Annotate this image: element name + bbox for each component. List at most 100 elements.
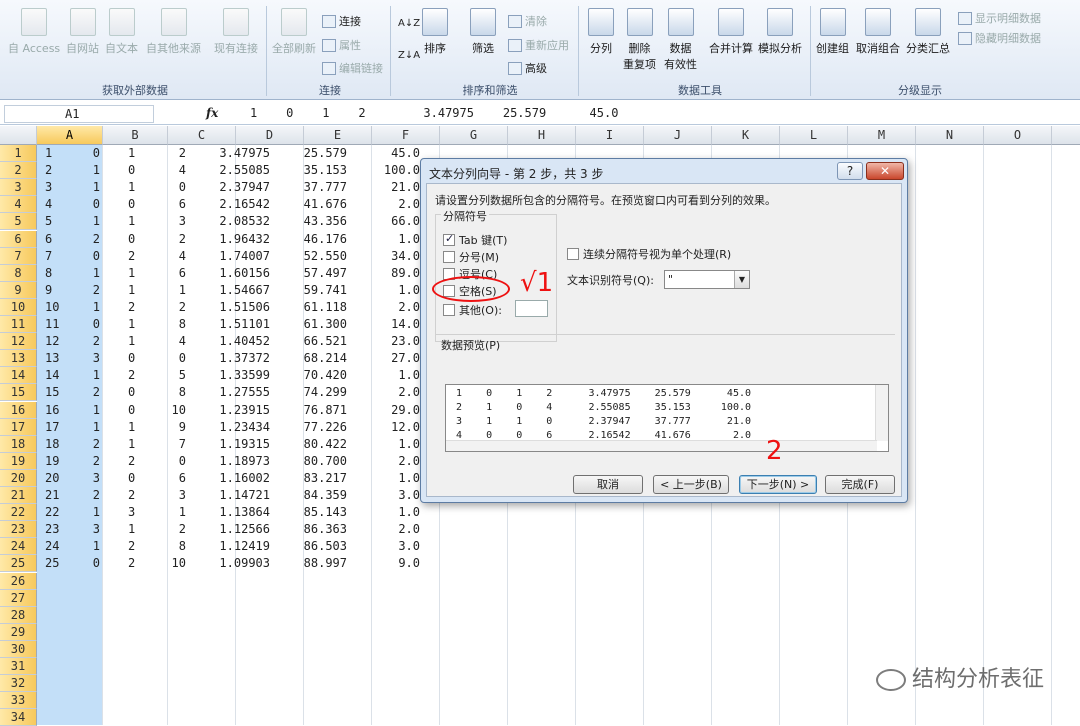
cell-value[interactable]: 2 [128,453,148,470]
column-header-l[interactable]: L [780,126,848,145]
cell-value[interactable]: 0 [128,402,148,419]
from-web-button[interactable]: 自网站 [66,8,99,56]
row-header[interactable]: 6 [0,230,37,248]
cell-value[interactable]: 7 [160,436,186,453]
cell-value[interactable]: 57.497 [275,265,347,282]
cell-value[interactable]: 1 [80,504,100,521]
cell-value[interactable]: 1 [80,402,100,419]
cell-value[interactable]: 1.96432 [190,231,270,248]
cell-value[interactable]: 13 [45,350,65,367]
cell-value[interactable]: 6 [160,196,186,213]
cell-value[interactable]: 2 [80,282,100,299]
hide-detail-button[interactable]: 隐藏明细数据 [958,30,1041,46]
cell-value[interactable]: 2 [80,487,100,504]
cell-value[interactable]: 1.14721 [190,487,270,504]
cell-value[interactable]: 10 [160,402,186,419]
row-header[interactable]: 21 [0,487,37,504]
cell-value[interactable]: 23 [45,521,65,538]
cell-value[interactable]: 0 [80,145,100,162]
cell-value[interactable]: 8 [160,538,186,555]
cell-value[interactable]: 1.0 [352,436,420,453]
cell-value[interactable]: 3.0 [352,487,420,504]
cell-value[interactable]: 1 [80,213,100,230]
cell-value[interactable]: 1 [80,419,100,436]
row-header[interactable]: 18 [0,435,37,453]
cell-value[interactable]: 0 [128,350,148,367]
cell-value[interactable]: 34.0 [352,248,420,265]
cell-value[interactable]: 1.40452 [190,333,270,350]
cell-value[interactable]: 77.226 [275,419,347,436]
cell-value[interactable]: 2 [45,162,65,179]
cell-value[interactable]: 85.143 [275,504,347,521]
row-header[interactable]: 7 [0,247,37,265]
cell-value[interactable]: 68.214 [275,350,347,367]
cell-value[interactable]: 76.871 [275,402,347,419]
cell-value[interactable]: 10 [45,299,65,316]
row-header[interactable]: 9 [0,281,37,299]
cell-value[interactable]: 10 [160,555,186,572]
cell-value[interactable]: 24 [45,538,65,555]
cell-value[interactable]: 2.37947 [190,179,270,196]
text-to-columns-button[interactable]: 分列 [588,8,614,56]
cell-value[interactable]: 0 [80,196,100,213]
cell-value[interactable]: 1 [128,282,148,299]
cell-value[interactable]: 2 [128,367,148,384]
cell-value[interactable]: 2.0 [352,299,420,316]
cell-value[interactable]: 15 [45,384,65,401]
row-header[interactable]: 32 [0,675,37,693]
cell-value[interactable]: 3 [80,350,100,367]
clear-filter-button[interactable]: 清除 [508,13,547,29]
preview-vertical-scrollbar[interactable] [875,385,888,441]
cell-value[interactable]: 86.503 [275,538,347,555]
cell-value[interactable]: 84.359 [275,487,347,504]
other-delimiter-input[interactable] [515,300,548,317]
cell-value[interactable]: 1.54667 [190,282,270,299]
cell-value[interactable]: 19 [45,453,65,470]
cell-value[interactable]: 1.23915 [190,402,270,419]
cell-value[interactable]: 1.23434 [190,419,270,436]
cell-value[interactable]: 1 [160,504,186,521]
cell-value[interactable]: 20 [45,470,65,487]
row-header[interactable]: 19 [0,452,37,470]
ungroup-button[interactable]: 取消组合 [856,8,900,56]
back-button[interactable]: < 上一步(B) [653,475,729,494]
cell-value[interactable]: 1 [80,299,100,316]
cell-value[interactable]: 1.0 [352,282,420,299]
cell-value[interactable]: 12.0 [352,419,420,436]
column-header-e[interactable]: E [304,126,372,145]
text-qualifier-select[interactable]: " ▼ [664,270,750,289]
row-header[interactable]: 34 [0,709,37,726]
row-header[interactable]: 4 [0,196,37,214]
cell-value[interactable]: 7 [45,248,65,265]
reapply-button[interactable]: 重新应用 [508,37,569,53]
name-box[interactable]: A1 [4,105,154,123]
cell-value[interactable]: 66.0 [352,213,420,230]
cell-value[interactable]: 3 [160,487,186,504]
cell-value[interactable]: 4 [160,248,186,265]
cell-value[interactable]: 61.118 [275,299,347,316]
column-header-i[interactable]: I [576,126,644,145]
row-header[interactable]: 26 [0,572,37,590]
cell-value[interactable]: 22 [45,504,65,521]
consecutive-checkbox[interactable]: 连续分隔符号视为单个处理(R) [567,246,731,262]
cell-value[interactable]: 88.997 [275,555,347,572]
cell-value[interactable]: 0 [80,316,100,333]
cell-value[interactable]: 17 [45,419,65,436]
preview-horizontal-scrollbar[interactable] [446,440,877,451]
row-header[interactable]: 30 [0,640,37,658]
close-button[interactable]: ✕ [866,162,904,180]
cell-value[interactable]: 3 [80,470,100,487]
connections-button[interactable]: 连接 [322,13,361,29]
finish-button[interactable]: 完成(F) [825,475,895,494]
cell-value[interactable]: 6 [160,265,186,282]
cell-value[interactable]: 0 [128,470,148,487]
data-validation-button[interactable]: 数据 有效性 [664,8,697,72]
cell-value[interactable]: 1.51101 [190,316,270,333]
sort-az-button[interactable]: A↓Z [398,18,420,29]
cell-value[interactable]: 2 [160,145,186,162]
row-header[interactable]: 31 [0,658,37,675]
cell-value[interactable]: 1.37372 [190,350,270,367]
cell-value[interactable]: 3.47975 [190,145,270,162]
cell-value[interactable]: 0 [160,179,186,196]
cell-value[interactable]: 1.0 [352,470,420,487]
